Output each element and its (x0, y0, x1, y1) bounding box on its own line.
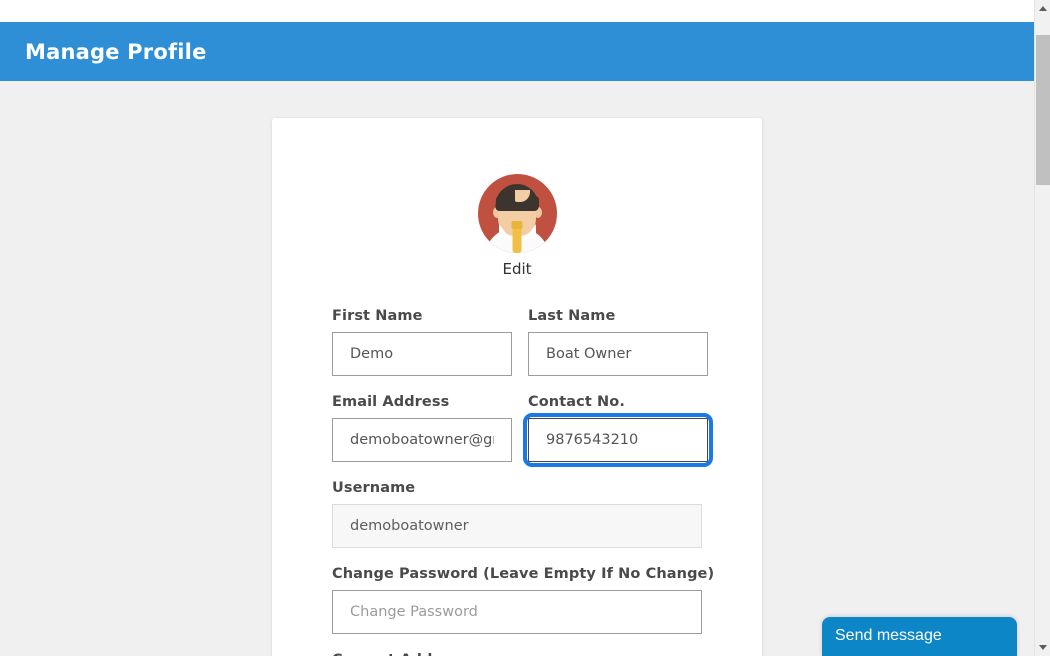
label-email-address: Email Address (332, 394, 450, 410)
label-current-address: Current Address (332, 652, 702, 656)
field-contact-no: Contact No. (523, 376, 713, 467)
field-username: Username (332, 480, 702, 548)
label-username: Username (332, 480, 416, 496)
scrollbar-thumb[interactable] (1036, 35, 1050, 185)
avatar-hair-side-left-icon (495, 196, 503, 210)
label-last-name: Last Name (528, 308, 616, 324)
chat-button-label: Send message (835, 627, 942, 644)
avatar-hair-side-right-icon (531, 196, 539, 210)
field-first-name: First Name (332, 290, 512, 376)
profile-card: Edit First Name Last Name Email Address (272, 118, 762, 656)
email-address-input[interactable] (332, 418, 512, 462)
change-password-input[interactable] (332, 590, 702, 634)
field-email-address: Email Address (332, 376, 512, 462)
page-header-bar: Manage Profile (0, 22, 1034, 81)
vertical-scrollbar[interactable] (1034, 0, 1050, 656)
contact-row: Email Address Contact No. (332, 376, 713, 467)
top-white-strip (0, 0, 1034, 22)
field-last-name: Last Name (528, 290, 708, 376)
chat-send-message-button[interactable]: Send message (822, 617, 1017, 656)
avatar-collar-left-icon (498, 224, 511, 240)
avatar-collar-right-icon (523, 224, 536, 240)
profile-form: First Name Last Name Email Address Conta… (272, 278, 762, 656)
contact-no-focus-ring (523, 413, 713, 467)
avatar-tie-knot-icon (511, 221, 523, 229)
contact-no-input[interactable] (528, 418, 708, 462)
avatar-tie-icon (512, 228, 522, 253)
page-title: Manage Profile (25, 39, 207, 64)
first-name-input[interactable] (332, 332, 512, 376)
browser-viewport: Manage Profile Edit First Name Demo Last… (0, 0, 1034, 656)
name-row: First Name Last Name (332, 290, 708, 376)
username-input (332, 504, 702, 548)
label-change-password: Change Password (Leave Empty If No Chang… (332, 566, 715, 582)
last-name-input[interactable] (528, 332, 708, 376)
scrollbar-down-arrow-icon[interactable] (1035, 639, 1050, 656)
field-current-address: Current Address (332, 652, 702, 656)
avatar[interactable] (477, 174, 557, 253)
edit-avatar-link[interactable]: Edit (272, 260, 762, 278)
label-first-name: First Name (332, 308, 423, 324)
label-contact-no: Contact No. (528, 394, 625, 410)
scrollbar-up-arrow-icon[interactable] (1035, 0, 1050, 17)
avatar-block: Edit (272, 118, 762, 278)
field-change-password: Change Password (Leave Empty If No Chang… (332, 566, 715, 634)
